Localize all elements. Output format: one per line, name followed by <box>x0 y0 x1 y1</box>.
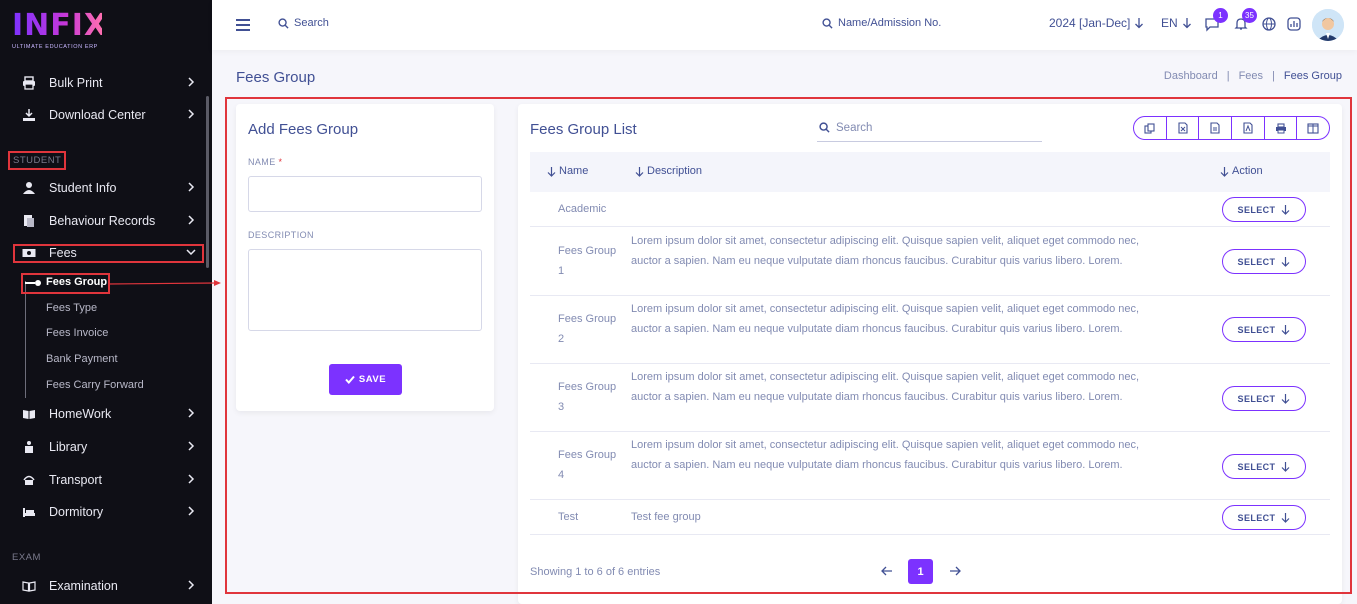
submenu-item-bank-payment[interactable]: Bank Payment <box>46 353 118 365</box>
globe-icon <box>1262 17 1276 31</box>
section-label-student: STUDENT <box>8 151 67 170</box>
chart-icon <box>1287 17 1301 31</box>
language-value: EN <box>1161 16 1178 30</box>
records-icon <box>22 214 36 228</box>
chevron-right-icon <box>188 77 195 87</box>
sidebar-item-dormitory[interactable]: Dormitory <box>0 498 212 526</box>
sidebar-item-label: Examination <box>49 579 118 593</box>
sidebar-item-student-info[interactable]: Student Info <box>0 174 212 202</box>
menu-search-label: Search <box>294 17 329 29</box>
section-label-exam: EXAM <box>12 552 41 563</box>
app-logo[interactable]: INFIX ULTIMATE EDUCATION ERP <box>12 8 109 55</box>
logo-text: INFIX <box>12 8 109 43</box>
printer-icon <box>22 76 36 90</box>
avatar-icon <box>1312 9 1344 41</box>
submenu-tree-line <box>25 281 26 398</box>
chevron-right-icon <box>188 506 195 516</box>
academic-year-value: 2024 [Jan-Dec] <box>1049 16 1131 30</box>
chevron-right-icon <box>188 474 195 484</box>
sidebar-item-library[interactable]: Library <box>0 433 212 461</box>
bed-icon <box>22 505 36 519</box>
messages-badge: 1 <box>1213 8 1228 23</box>
exam-icon <box>22 579 36 593</box>
language-select[interactable]: EN <box>1161 16 1192 30</box>
page-title: Fees Group <box>236 69 316 86</box>
sidebar-item-examination[interactable]: Examination <box>0 572 212 600</box>
sidebar-item-download-center[interactable]: Download Center <box>0 101 212 129</box>
notifications-badge: 35 <box>1242 8 1257 23</box>
sidebar-item-label: Transport <box>49 473 103 487</box>
search-icon <box>822 17 833 29</box>
arrow-down-icon <box>1182 18 1191 29</box>
library-icon <box>22 440 36 454</box>
logo-tagline: ULTIMATE EDUCATION ERP <box>12 44 98 50</box>
menu-toggle-icon[interactable] <box>236 19 250 31</box>
sidebar-item-behaviour-records[interactable]: Behaviour Records <box>0 207 212 235</box>
chevron-right-icon <box>188 408 195 418</box>
bus-icon <box>22 473 36 487</box>
highlight-box-main <box>225 97 1352 594</box>
top-header: Search Name/Admission No. 2024 [Jan-Dec]… <box>212 0 1357 50</box>
breadcrumb-separator: | <box>1272 70 1275 82</box>
chevron-right-icon <box>188 441 195 451</box>
sidebar-item-bulk-print[interactable]: Bulk Print <box>0 69 212 97</box>
sidebar-item-label: Behaviour Records <box>49 214 156 228</box>
sidebar-item-label: Dormitory <box>49 505 104 519</box>
student-icon <box>22 181 36 195</box>
sidebar-item-label: Student Info <box>49 181 117 195</box>
website-button[interactable] <box>1261 16 1279 34</box>
sidebar-item-label: Download Center <box>49 108 146 122</box>
academic-year-select[interactable]: 2024 [Jan-Dec] <box>1049 16 1144 30</box>
admission-search-label: Name/Admission No. <box>838 17 942 29</box>
sidebar: INFIX ULTIMATE EDUCATION ERP Bulk Print … <box>0 0 212 604</box>
breadcrumb-fees[interactable]: Fees <box>1239 70 1263 82</box>
breadcrumb-current: Fees Group <box>1283 70 1342 82</box>
submenu-item-fees-group[interactable]: Fees Group <box>46 276 107 288</box>
menu-search[interactable]: Search <box>278 17 329 29</box>
sidebar-item-label: Bulk Print <box>49 76 103 90</box>
submenu-item-fees-invoice[interactable]: Fees Invoice <box>46 327 108 339</box>
breadcrumb-dashboard[interactable]: Dashboard <box>1164 70 1218 82</box>
chevron-right-icon <box>188 109 195 119</box>
chevron-right-icon <box>188 182 195 192</box>
arrow-down-icon <box>1135 18 1144 29</box>
sidebar-item-label: HomeWork <box>49 407 112 421</box>
breadcrumb: Dashboard | Fees | Fees Group <box>1164 70 1342 82</box>
submenu-item-fees-type[interactable]: Fees Type <box>46 302 97 314</box>
admission-search[interactable]: Name/Admission No. <box>822 17 941 29</box>
book-icon <box>22 407 36 421</box>
highlight-box-fees <box>13 244 204 263</box>
sidebar-item-homework[interactable]: HomeWork <box>0 400 212 428</box>
breadcrumb-separator: | <box>1226 70 1230 82</box>
user-avatar[interactable] <box>1312 9 1344 41</box>
search-icon <box>278 17 289 29</box>
submenu-item-fees-carry-forward[interactable]: Fees Carry Forward <box>46 379 144 391</box>
messages-button[interactable]: 1 <box>1204 8 1228 34</box>
chevron-right-icon <box>188 580 195 590</box>
sidebar-item-label: Library <box>49 440 88 454</box>
notifications-button[interactable]: 35 <box>1233 8 1257 34</box>
download-icon <box>22 108 36 122</box>
sidebar-item-transport[interactable]: Transport <box>0 466 212 494</box>
analytics-button[interactable] <box>1286 16 1304 34</box>
annotation-arrow <box>108 280 221 286</box>
chevron-right-icon <box>188 215 195 225</box>
